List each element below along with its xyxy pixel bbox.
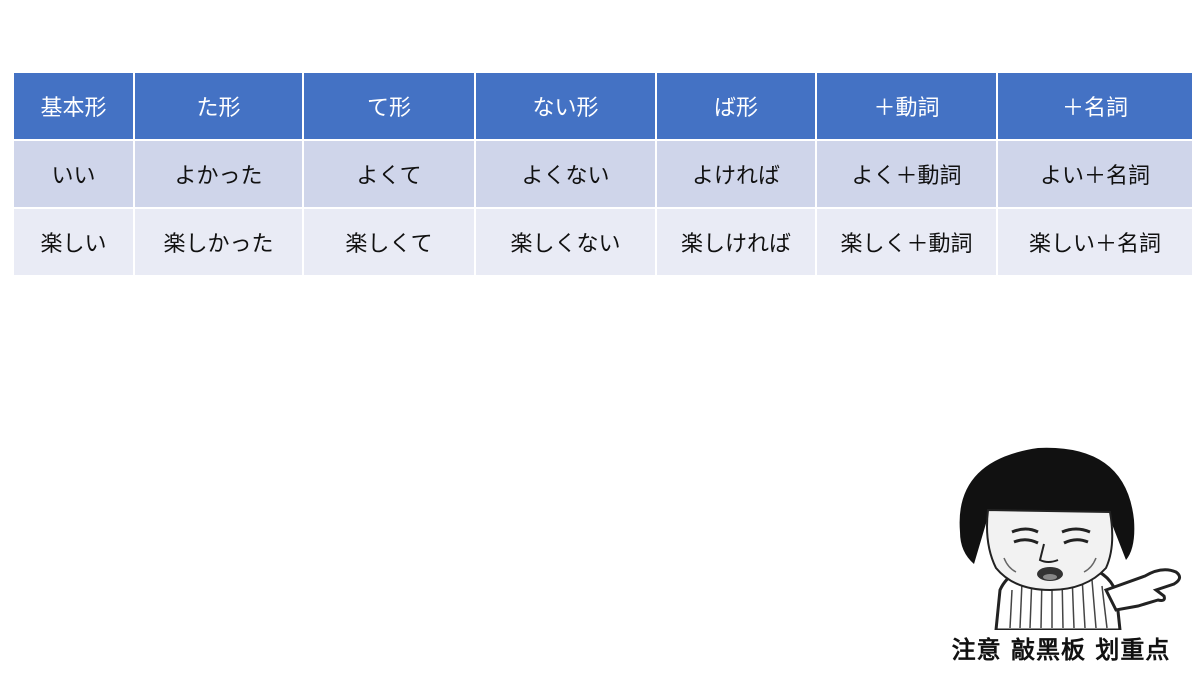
table-cell: よい＋名詞	[996, 139, 1194, 209]
table-row: いい よかった よくて よくない よければ よく＋動詞 よい＋名詞	[12, 139, 1194, 209]
meme-character-illustration	[959, 447, 1181, 630]
table-cell: 楽しかった	[133, 207, 304, 277]
table-cell: よく＋動詞	[815, 139, 998, 209]
header-cell-ba-form: ば形	[655, 71, 817, 141]
table-cell: 楽しくない	[474, 207, 657, 277]
header-cell-base-form: 基本形	[12, 71, 135, 141]
table-row: 楽しい 楽しかった 楽しくて 楽しくない 楽しければ 楽しく＋動詞 楽しい＋名詞	[12, 207, 1194, 277]
table-cell: 楽しくて	[302, 207, 476, 277]
table-header-row: 基本形 た形 て形 ない形 ば形 ＋動詞 ＋名詞	[12, 71, 1194, 141]
table-cell: よくない	[474, 139, 657, 209]
table-cell: 楽しい＋名詞	[996, 207, 1194, 277]
meme-caption: 注意 敲黑板 划重点	[951, 636, 1171, 664]
table-cell: 楽しく＋動詞	[815, 207, 998, 277]
table-cell: 楽しければ	[655, 207, 817, 277]
conjugation-table: 基本形 た形 て形 ない形 ば形 ＋動詞 ＋名詞 いい よかった よくて よくな…	[12, 71, 1194, 277]
header-cell-plus-verb: ＋動詞	[815, 71, 998, 141]
table-cell: 楽しい	[12, 207, 135, 277]
table-cell: いい	[12, 139, 135, 209]
header-cell-nai-form: ない形	[474, 71, 657, 141]
header-cell-plus-noun: ＋名詞	[996, 71, 1194, 141]
table-cell: よかった	[133, 139, 304, 209]
conjugation-table-container: 基本形 た形 て形 ない形 ば形 ＋動詞 ＋名詞 いい よかった よくて よくな…	[12, 71, 1194, 277]
header-cell-te-form: て形	[302, 71, 476, 141]
header-cell-ta-form: た形	[133, 71, 304, 141]
meme-sticker: 注意 敲黑板 划重点	[930, 440, 1192, 672]
table-cell: よければ	[655, 139, 817, 209]
table-cell: よくて	[302, 139, 476, 209]
